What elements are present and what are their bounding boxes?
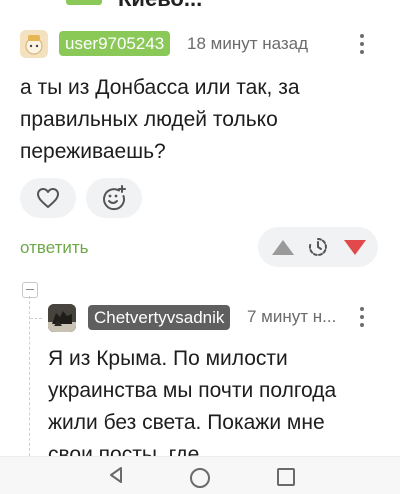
upvote-triangle-icon[interactable] [272, 240, 294, 255]
reply-link[interactable]: ответить [20, 238, 89, 258]
add-reaction-button[interactable] [86, 178, 142, 218]
recent-square-icon[interactable] [277, 468, 295, 486]
comment-text: Я из Крыма. По милости украинства мы поч… [48, 347, 337, 466]
more-vertical-icon[interactable] [359, 34, 365, 58]
thread-line [29, 296, 30, 456]
like-reaction-button[interactable] [20, 178, 76, 218]
system-navigation-bar [0, 456, 400, 494]
vote-controls [258, 227, 378, 267]
collapse-minus-icon[interactable] [22, 282, 38, 298]
clock-icon [308, 238, 327, 256]
emoji-add-icon [103, 185, 126, 211]
comment-timestamp: 7 минут н... [247, 307, 337, 326]
comment-text: а ты из Донбасса или так, за правильных … [20, 76, 300, 163]
avatar[interactable] [48, 304, 76, 332]
top-accent-bar [66, 0, 102, 5]
thread-branch [30, 318, 42, 319]
username-badge[interactable]: Chetvertyvsadnik [88, 305, 231, 330]
post-title-clipped: Киево... [118, 0, 202, 12]
more-vertical-icon[interactable] [359, 307, 365, 331]
home-circle-icon[interactable] [190, 468, 210, 488]
downvote-triangle-icon[interactable] [344, 240, 366, 255]
avatar[interactable] [20, 30, 48, 58]
username-badge[interactable]: user9705243 [59, 31, 171, 56]
comment-timestamp: 18 минут назад [187, 34, 309, 53]
heart-icon [37, 188, 59, 208]
back-triangle-icon[interactable] [108, 466, 124, 484]
